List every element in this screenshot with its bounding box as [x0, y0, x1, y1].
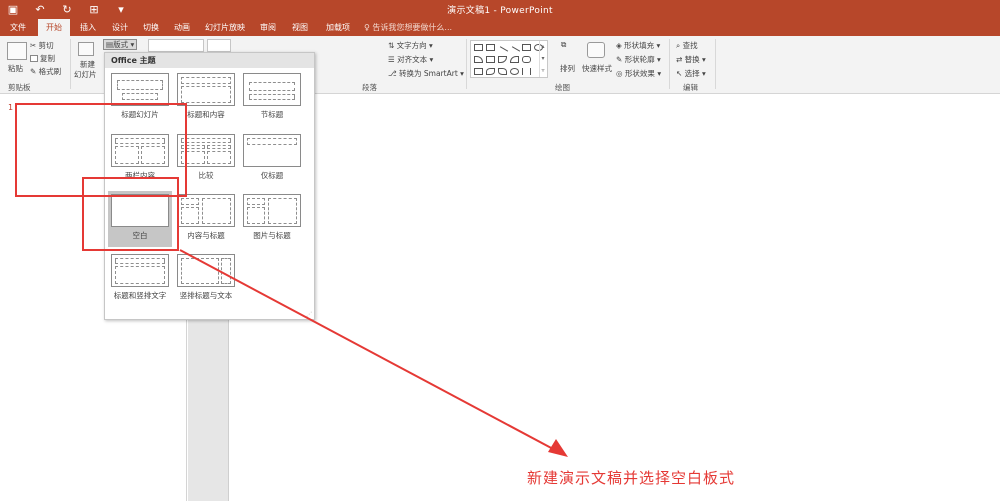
annotation-arrow	[179, 249, 568, 457]
annotation-caption: 新建演示文稿并选择空白板式	[527, 469, 736, 487]
arrow-line	[179, 249, 556, 451]
arrow-head	[548, 439, 568, 457]
